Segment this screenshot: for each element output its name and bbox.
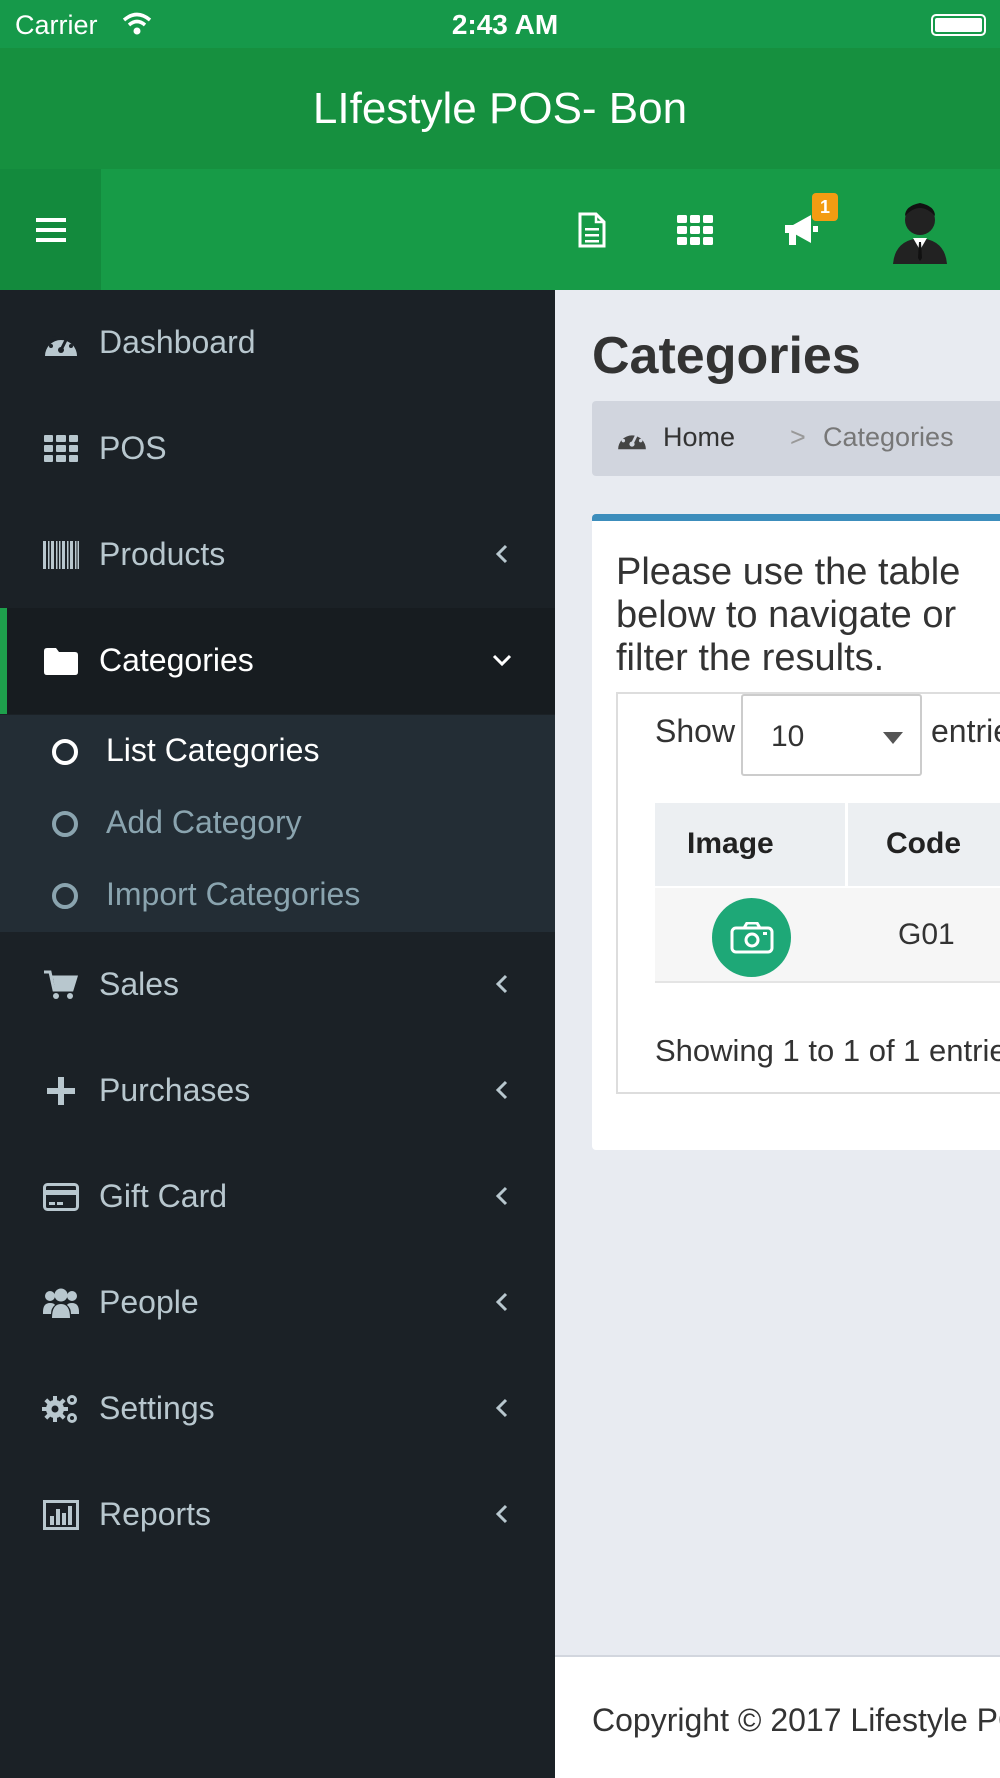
sidebar-item-label: Gift Card <box>99 1178 228 1214</box>
sidebar-item-label: People <box>99 1284 199 1320</box>
plus-icon <box>42 1073 80 1109</box>
sidebar-item-label: Purchases <box>99 1072 251 1108</box>
sidebar-item-products[interactable]: Products <box>0 502 555 608</box>
chevron-left-icon <box>495 1504 508 1524</box>
submenu-item-label: Import Categories <box>106 876 361 912</box>
credit-card-icon <box>42 1179 80 1215</box>
cart-icon <box>42 967 80 1003</box>
sidebar-item-label: Products <box>99 536 226 572</box>
hamburger-icon <box>35 217 66 242</box>
bar-chart-icon <box>42 1497 80 1533</box>
chevron-left-icon <box>495 974 508 994</box>
sidebar-item-sales[interactable]: Sales <box>0 932 555 1038</box>
status-bar: Carrier 2:43 AM <box>0 0 1000 48</box>
document-icon[interactable] <box>572 205 612 255</box>
sidebar-item-dashboard[interactable]: Dashboard <box>0 290 555 396</box>
table-info: Showing 1 to 1 of 1 entries <box>655 1033 1000 1068</box>
sidebar-item-label: Categories <box>99 642 254 678</box>
menu-toggle-button[interactable] <box>0 169 101 290</box>
main-content: Categories Home > Categories Please use … <box>555 290 1000 1655</box>
caret-down-icon <box>883 732 903 744</box>
sidebar-item-reports[interactable]: Reports <box>0 1462 555 1568</box>
chevron-left-icon <box>495 544 508 564</box>
sidebar-item-categories[interactable]: Categories <box>0 608 555 714</box>
breadcrumb-separator: > <box>790 422 806 452</box>
breadcrumb: Home > Categories <box>592 401 1000 476</box>
submenu-item-import-categories[interactable]: Import Categories <box>0 859 555 931</box>
dashboard-icon <box>616 425 648 458</box>
category-code-cell: G01 <box>898 918 955 951</box>
dashboard-icon <box>42 325 80 361</box>
category-image[interactable] <box>712 898 791 977</box>
table-panel: Show 10 entries Image Code G01 Showing 1… <box>616 692 1000 1094</box>
pos-grid-icon[interactable] <box>675 205 715 255</box>
submenu-item-label: Add Category <box>106 804 302 840</box>
chevron-left-icon <box>495 1398 508 1418</box>
breadcrumb-home-link[interactable]: Home <box>663 422 735 453</box>
sidebar-item-purchases[interactable]: Purchases <box>0 1038 555 1144</box>
circle-icon <box>52 739 78 765</box>
page-size-select[interactable]: 10 <box>741 694 922 776</box>
folder-icon <box>42 643 80 679</box>
camera-icon <box>730 921 773 953</box>
status-time: 2:43 AM <box>451 9 559 40</box>
sidebar-item-label: POS <box>99 430 167 466</box>
categories-submenu: List Categories Add Category Import Cate… <box>0 715 555 932</box>
sidebar-item-label: Settings <box>99 1390 215 1426</box>
sidebar-item-label: Sales <box>99 966 180 1002</box>
breadcrumb-current: Categories <box>823 422 954 452</box>
user-avatar[interactable] <box>890 191 950 271</box>
sidebar-item-label: Reports <box>99 1496 212 1532</box>
footer: Copyright © 2017 Lifestyle POS <box>555 1655 1000 1778</box>
column-header-code[interactable]: Code <box>886 827 961 861</box>
app-title: LIfestyle POS- Bon <box>312 84 688 133</box>
table-header: Image Code <box>655 803 1000 886</box>
page-size-value: 10 <box>771 720 805 753</box>
sidebar: Dashboard POS Products Categories Sales … <box>0 290 555 1778</box>
sidebar-item-people[interactable]: People <box>0 1250 555 1356</box>
circle-icon <box>52 811 78 837</box>
gears-icon <box>42 1391 80 1427</box>
sidebar-item-settings[interactable]: Settings <box>0 1356 555 1462</box>
copyright-text: Copyright © 2017 Lifestyle POS <box>592 1702 1000 1738</box>
intro-text: Please use the table below to navigate o… <box>616 551 961 679</box>
battery-icon <box>931 14 986 36</box>
grid-icon <box>42 431 80 467</box>
page-title: Categories <box>592 327 861 385</box>
barcode-icon <box>42 537 80 573</box>
categories-box: Please use the table below to navigate o… <box>592 514 1000 1150</box>
chevron-left-icon <box>495 1292 508 1312</box>
submenu-item-list-categories[interactable]: List Categories <box>0 715 555 787</box>
users-icon <box>42 1285 80 1321</box>
chevron-left-icon <box>495 1186 508 1206</box>
table-row[interactable]: G01 <box>655 888 1000 983</box>
entries-label: entries <box>931 713 1000 749</box>
notification-badge: 1 <box>812 193 838 221</box>
sidebar-item-pos[interactable]: POS <box>0 396 555 502</box>
chevron-down-icon <box>492 654 512 667</box>
show-label: Show <box>655 713 736 749</box>
top-navbar <box>0 169 1000 290</box>
chevron-left-icon <box>495 1080 508 1100</box>
app-header: LIfestyle POS- Bon <box>0 48 1000 169</box>
column-header-image[interactable]: Image <box>687 827 774 861</box>
sidebar-item-label: Dashboard <box>99 324 256 360</box>
sidebar-item-gift-card[interactable]: Gift Card <box>0 1144 555 1250</box>
submenu-item-label: List Categories <box>106 732 320 768</box>
circle-icon <box>52 883 78 909</box>
submenu-item-add-category[interactable]: Add Category <box>0 787 555 859</box>
